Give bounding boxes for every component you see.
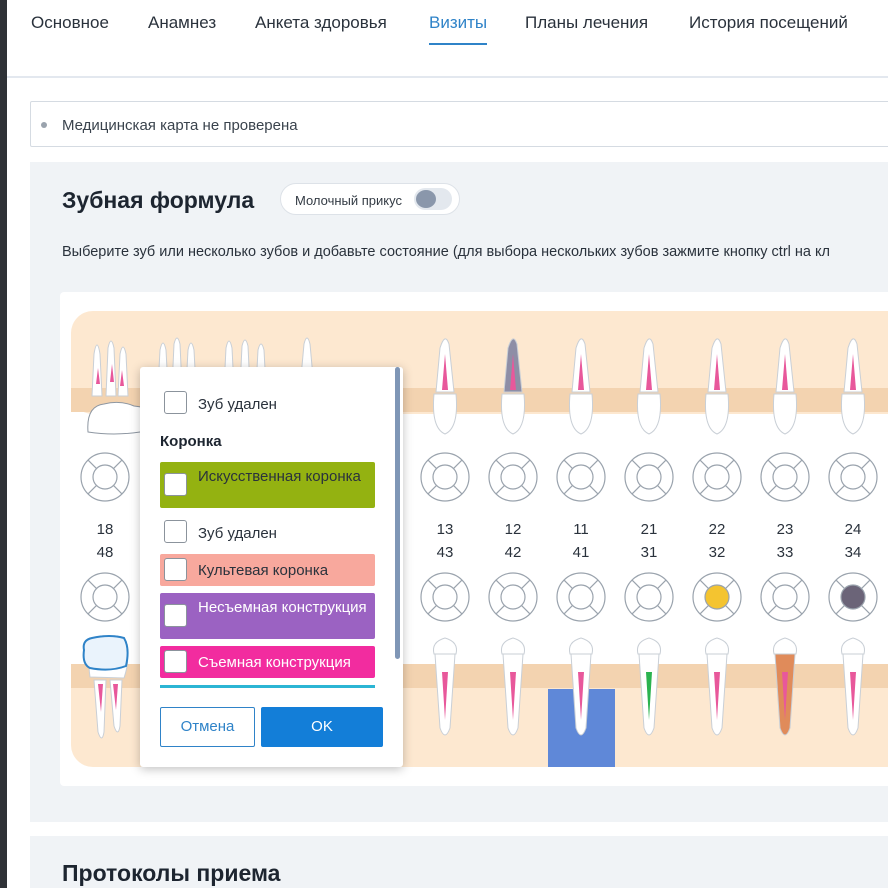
- option-tooth-removed-top[interactable]: Зуб удален: [160, 391, 375, 417]
- tooth-number-lower: 42: [505, 544, 522, 561]
- milk-bite-switch[interactable]: Молочный прикус: [280, 183, 460, 215]
- tab-visits[interactable]: Визиты: [429, 13, 488, 45]
- surface-34[interactable]: [828, 572, 878, 622]
- tab-anamnesis[interactable]: Анамнез: [148, 13, 216, 33]
- tooth-number-lower: 41: [573, 544, 590, 561]
- surface-41[interactable]: [556, 572, 606, 622]
- status-dot-icon: [41, 122, 47, 128]
- tooth-number-lower: 32: [709, 544, 726, 561]
- surface-48[interactable]: [80, 572, 130, 622]
- tooth-number-upper: 18: [97, 521, 114, 538]
- group-label-crown: Коронка: [160, 433, 222, 450]
- option-label: Несъемная конструкция: [198, 599, 367, 616]
- surface-21[interactable]: [624, 452, 674, 502]
- surface-43[interactable]: [420, 572, 470, 622]
- section-title: Зубная формула: [62, 187, 255, 213]
- tab-visit-history[interactable]: История посещений: [689, 13, 848, 33]
- option-label: Культевая коронка: [198, 562, 329, 579]
- tab-treatment-plans[interactable]: Планы лечения: [525, 13, 648, 33]
- option-removable-construction[interactable]: Съемная конструкция: [160, 646, 375, 678]
- popup-scrollbar[interactable]: [395, 367, 400, 659]
- protocols-section: Протоколы приема: [30, 836, 888, 888]
- tab-bar: Основное Анамнез Анкета здоровья Визиты …: [7, 0, 888, 78]
- tooth-number-upper: 13: [437, 521, 454, 538]
- cancel-button[interactable]: Отмена: [160, 707, 255, 747]
- surface-42[interactable]: [488, 572, 538, 622]
- checkbox[interactable]: [164, 520, 187, 543]
- tooth-number-upper: 22: [709, 521, 726, 538]
- tooth-number-upper: 12: [505, 521, 522, 538]
- surface-22[interactable]: [692, 452, 742, 502]
- tooth-number-lower: 33: [777, 544, 794, 561]
- surface-24[interactable]: [828, 452, 878, 502]
- option-tooth-removed[interactable]: Зуб удален: [160, 520, 375, 546]
- surface-23[interactable]: [760, 452, 810, 502]
- protocols-title: Протоколы приема: [62, 860, 281, 886]
- tooth-number-lower: 48: [97, 544, 114, 561]
- option-label: Зуб удален: [198, 525, 277, 542]
- surface-31[interactable]: [624, 572, 674, 622]
- option-label: Съемная конструкция: [198, 654, 351, 671]
- next-option-edge: [160, 685, 375, 688]
- checkbox[interactable]: [164, 604, 187, 627]
- tooth-number-lower: 34: [845, 544, 862, 561]
- surface-13[interactable]: [420, 452, 470, 502]
- surface-33[interactable]: [760, 572, 810, 622]
- surface-32[interactable]: [692, 572, 742, 622]
- toggle-knob: [416, 190, 436, 208]
- option-label: Искусственная коронка: [198, 468, 361, 485]
- checkbox[interactable]: [164, 558, 187, 581]
- notice-text: Медицинская карта не проверена: [62, 117, 298, 134]
- option-fixed-construction[interactable]: Несъемная конструкция: [160, 593, 375, 639]
- toggle-switch[interactable]: [414, 188, 452, 210]
- tooth-number-upper: 11: [573, 521, 589, 538]
- surface-12[interactable]: [488, 452, 538, 502]
- checkbox[interactable]: [164, 473, 187, 496]
- surface-18[interactable]: [80, 452, 130, 502]
- tab-main[interactable]: Основное: [31, 13, 109, 33]
- record-status-notice: Медицинская карта не проверена: [30, 101, 888, 147]
- selection-hint: Выберите зуб или несколько зубов и добав…: [62, 244, 830, 260]
- tooth-number-lower: 31: [641, 544, 658, 561]
- checkbox[interactable]: [164, 391, 187, 414]
- option-artificial-crown[interactable]: Искусственная коронка: [160, 462, 375, 508]
- tooth-number-upper: 21: [641, 521, 658, 538]
- tooth-41-lower[interactable]: [548, 637, 615, 767]
- checkbox[interactable]: [164, 650, 187, 673]
- milk-bite-label: Молочный прикус: [295, 193, 402, 208]
- tooth-condition-popup: Зуб удален Коронка Искусственная коронка…: [140, 367, 403, 767]
- left-edge-bar: [0, 0, 7, 888]
- tooth-number-upper: 24: [845, 521, 862, 538]
- tab-health-form[interactable]: Анкета здоровья: [255, 13, 387, 33]
- tooth-number-upper: 23: [777, 521, 794, 538]
- option-label: Зуб удален: [198, 396, 277, 413]
- tooth-number-lower: 43: [437, 544, 454, 561]
- ok-button[interactable]: OK: [261, 707, 383, 747]
- option-stump-crown[interactable]: Культевая коронка: [160, 554, 375, 586]
- surface-11[interactable]: [556, 452, 606, 502]
